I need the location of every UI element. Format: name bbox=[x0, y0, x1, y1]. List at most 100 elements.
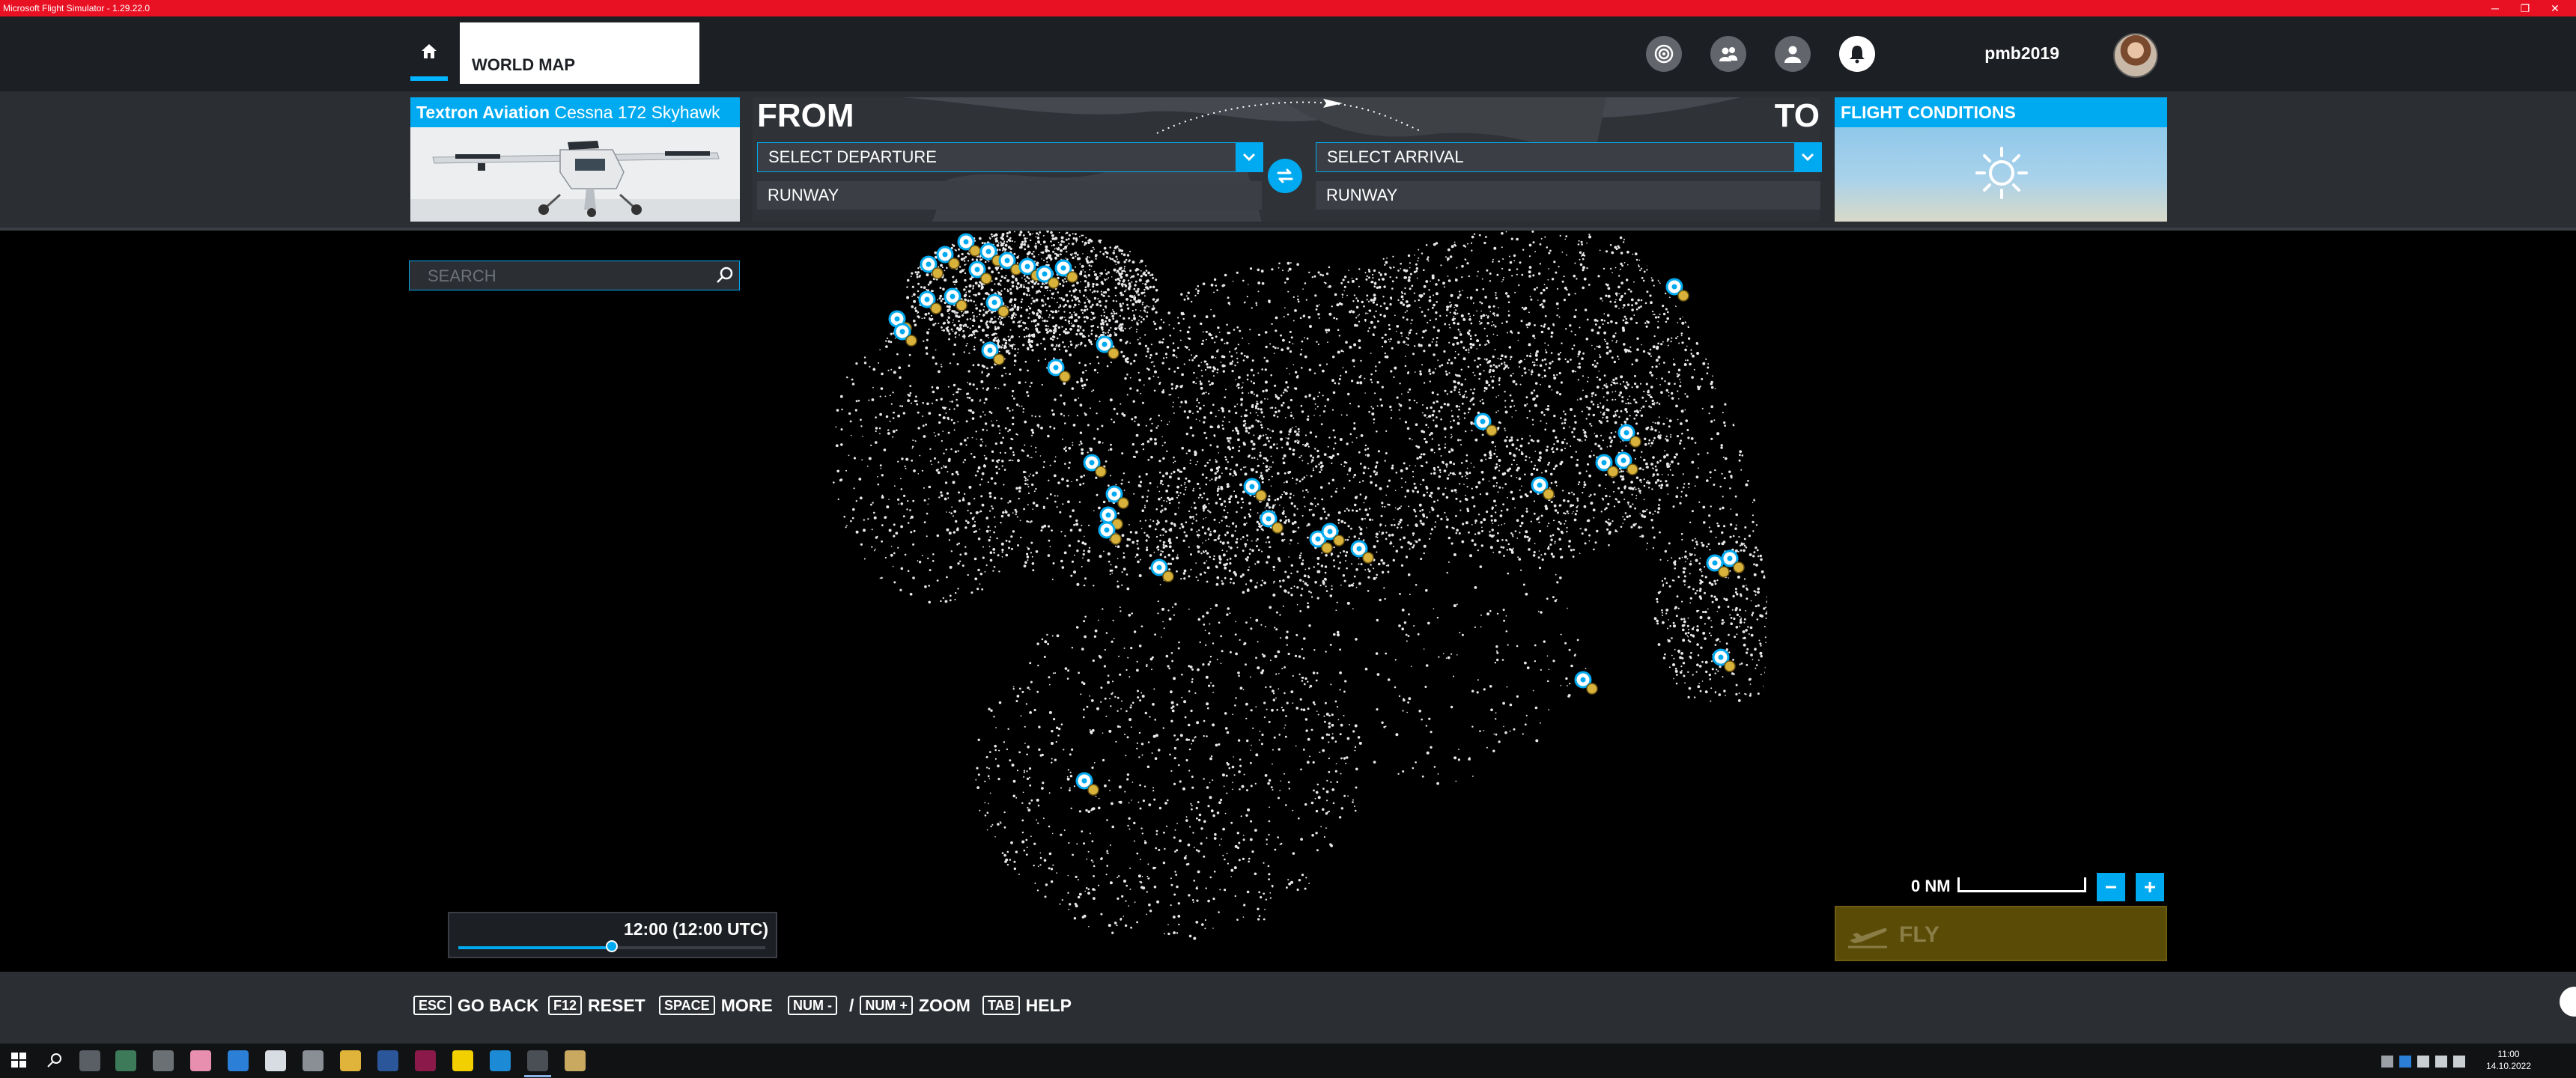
city-light-dot bbox=[1240, 506, 1243, 509]
city-light-dot bbox=[1042, 338, 1045, 341]
city-light-dot bbox=[1168, 421, 1170, 423]
city-light-dot bbox=[1424, 437, 1427, 440]
city-light-dot bbox=[1015, 314, 1017, 316]
city-light-dot bbox=[1305, 489, 1308, 492]
city-light-dot bbox=[1720, 255, 1722, 257]
city-light-dot bbox=[965, 255, 967, 258]
city-light-dot bbox=[1075, 332, 1078, 336]
departure-runway-field[interactable]: RUNWAY bbox=[757, 181, 1262, 210]
city-light-dot bbox=[1377, 450, 1380, 453]
city-light-dot bbox=[1120, 350, 1123, 353]
arrival-select[interactable]: SELECT ARRIVAL bbox=[1316, 142, 1822, 172]
city-light-dot bbox=[1169, 475, 1172, 479]
city-light-dot bbox=[1621, 400, 1624, 403]
city-light-dot bbox=[1358, 508, 1361, 511]
city-light-dot bbox=[1737, 239, 1741, 243]
city-light-dot bbox=[914, 309, 918, 313]
city-light-dot bbox=[1082, 234, 1084, 237]
city-light-dot bbox=[953, 429, 956, 431]
city-light-dot bbox=[1090, 731, 1093, 734]
city-light-dot bbox=[1206, 338, 1207, 341]
city-light-dot bbox=[1576, 510, 1579, 512]
arrival-dropdown-button[interactable] bbox=[1794, 143, 1821, 171]
city-light-dot bbox=[1603, 331, 1607, 335]
city-light-dot bbox=[1588, 377, 1590, 379]
city-light-dot bbox=[1076, 281, 1079, 284]
city-light-dot bbox=[1060, 723, 1063, 725]
city-light-dot bbox=[1134, 353, 1137, 356]
city-light-dot bbox=[1652, 513, 1654, 515]
city-light-dot bbox=[1319, 584, 1322, 587]
city-light-dot bbox=[1740, 248, 1741, 250]
world-map[interactable] bbox=[0, 231, 2576, 972]
aircraft-selection-card[interactable]: Textron Aviation Cessna 172 Skyhawk bbox=[410, 97, 740, 222]
achievements-button[interactable] bbox=[1646, 36, 1682, 72]
city-light-dot bbox=[1282, 401, 1285, 404]
city-light-dot bbox=[1126, 587, 1130, 591]
city-light-dot bbox=[1195, 463, 1197, 466]
city-light-dot bbox=[1257, 641, 1259, 643]
city-light-dot bbox=[927, 312, 930, 315]
city-light-dot bbox=[1158, 490, 1161, 493]
friends-button[interactable] bbox=[1710, 36, 1746, 72]
flight-conditions-card[interactable]: FLIGHT CONDITIONS bbox=[1835, 97, 2167, 222]
city-light-dot bbox=[1508, 451, 1512, 455]
city-light-dot bbox=[1623, 315, 1626, 318]
city-light-dot bbox=[1045, 324, 1048, 327]
city-light-dot bbox=[1374, 484, 1378, 487]
tab-world-map[interactable]: WORLD MAP bbox=[460, 22, 699, 84]
close-button[interactable]: ✕ bbox=[2540, 0, 2570, 16]
city-light-dot bbox=[1112, 309, 1114, 311]
city-light-dot bbox=[1102, 500, 1106, 504]
swap-route-button[interactable] bbox=[1268, 159, 1302, 193]
city-light-dot bbox=[973, 336, 976, 339]
city-light-dot bbox=[1144, 283, 1147, 286]
city-light-dot bbox=[1173, 836, 1176, 839]
city-light-dot bbox=[1071, 322, 1072, 324]
city-light-dot bbox=[1165, 490, 1168, 493]
city-light-dot bbox=[1635, 401, 1638, 404]
city-light-dot bbox=[1289, 493, 1292, 496]
city-light-dot bbox=[1388, 534, 1391, 537]
city-light-dot bbox=[1001, 556, 1003, 558]
city-light-dot bbox=[1303, 476, 1306, 479]
city-light-dot bbox=[1297, 542, 1299, 544]
city-light-dot bbox=[1325, 585, 1327, 588]
city-light-dot bbox=[1028, 338, 1030, 341]
arrival-runway-field[interactable]: RUNWAY bbox=[1316, 181, 1820, 210]
city-light-dot bbox=[1109, 448, 1113, 451]
city-light-dot bbox=[1052, 562, 1055, 564]
minimize-button[interactable]: ─ bbox=[2480, 0, 2510, 16]
city-light-dot bbox=[1323, 511, 1326, 513]
city-light-dot bbox=[1205, 476, 1208, 479]
city-light-dot bbox=[1598, 371, 1600, 372]
city-light-dot bbox=[1560, 504, 1562, 506]
city-light-dot bbox=[1753, 418, 1756, 421]
maximize-button[interactable]: ❐ bbox=[2510, 0, 2540, 16]
notifications-button[interactable] bbox=[1839, 36, 1875, 72]
globe[interactable] bbox=[0, 231, 2576, 972]
city-light-dot bbox=[1185, 452, 1188, 454]
home-icon bbox=[422, 44, 437, 58]
city-light-dot bbox=[1046, 497, 1048, 499]
city-light-dot bbox=[1609, 496, 1611, 498]
city-light-dot bbox=[1068, 243, 1070, 245]
city-light-dot bbox=[1137, 273, 1139, 275]
departure-dropdown-button[interactable] bbox=[1236, 143, 1263, 171]
city-light-dot bbox=[1613, 490, 1614, 493]
city-light-dot bbox=[1190, 553, 1192, 556]
profile-button[interactable] bbox=[1775, 36, 1811, 72]
city-light-dot bbox=[1203, 431, 1206, 434]
city-light-dot bbox=[1697, 387, 1701, 391]
city-light-dot bbox=[1413, 544, 1415, 546]
city-light-dot bbox=[1605, 341, 1607, 343]
city-light-dot bbox=[1695, 341, 1699, 345]
city-light-dot bbox=[1622, 319, 1625, 322]
avatar[interactable] bbox=[2113, 33, 2158, 78]
departure-select[interactable]: SELECT DEPARTURE bbox=[757, 142, 1263, 172]
city-light-dot bbox=[1145, 539, 1148, 542]
home-button[interactable] bbox=[410, 36, 448, 70]
city-light-dot bbox=[1562, 427, 1565, 430]
city-light-dot bbox=[1513, 405, 1516, 407]
city-light-dot bbox=[1268, 495, 1271, 498]
